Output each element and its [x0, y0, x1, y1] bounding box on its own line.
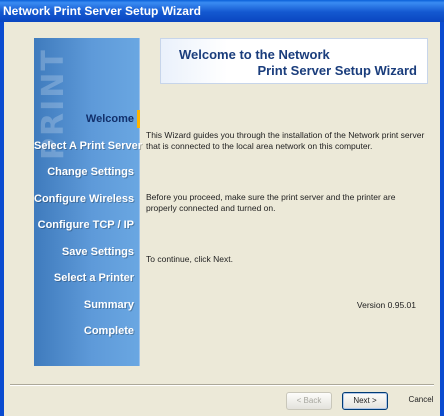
intro-paragraph: This Wizard guides you through the insta…: [146, 130, 425, 151]
step-label: Save Settings: [61, 245, 134, 258]
step-label: Select a Printer: [53, 272, 134, 284]
step-select-print-server: Select A Print Server: [34, 133, 143, 160]
step-label: Complete: [83, 325, 134, 337]
step-label: Welcome: [85, 113, 134, 125]
step-label: Change Settings: [47, 166, 134, 178]
setup-wizard-window: Network Print Server Setup Wizard PRINT …: [0, 0, 444, 416]
step-label: Configure TCP / IP: [37, 219, 134, 231]
step-save-settings: Save Settings: [34, 239, 140, 266]
continue-instruction: To continue, click Next.: [146, 254, 233, 264]
step-complete: Complete: [34, 318, 140, 345]
step-configure-wireless: Configure Wireless: [34, 186, 140, 213]
wizard-steps-panel: PRINT Welcome Select A Print Server Chan…: [34, 38, 143, 366]
window-frame-right: [440, 22, 444, 416]
footer-separator: [10, 384, 434, 386]
version-label: Version 0.95.01: [356, 300, 416, 310]
wizard-content: Welcome to the Network Print Server Setu…: [146, 38, 428, 366]
step-label: Select A Print Server: [34, 139, 143, 152]
step-summary: Summary: [34, 292, 140, 319]
step-label: Summary: [83, 298, 134, 311]
cancel-button[interactable]: Cancel: [398, 392, 444, 410]
precheck-paragraph: Before you proceed, make sure the print …: [146, 192, 396, 213]
window-frame-left: [0, 22, 4, 416]
step-welcome: Welcome: [34, 106, 140, 133]
window-title: Network Print Server Setup Wizard: [0, 0, 444, 22]
banner-title-line1: Welcome to the Network: [179, 47, 330, 62]
next-button[interactable]: Next >: [342, 392, 388, 410]
step-configure-tcp-ip: Configure TCP / IP: [34, 212, 140, 239]
active-step-marker: [137, 110, 140, 128]
banner-title-line2: Print Server Setup Wizard: [257, 63, 417, 78]
step-select-printer: Select a Printer: [34, 265, 140, 292]
welcome-banner: Welcome to the Network Print Server Setu…: [160, 38, 428, 84]
back-button[interactable]: < Back: [286, 392, 332, 410]
wizard-steps-list: Welcome Select A Print Server Change Set…: [34, 106, 143, 345]
step-change-settings: Change Settings: [34, 159, 140, 186]
step-label: Configure Wireless: [34, 192, 135, 205]
